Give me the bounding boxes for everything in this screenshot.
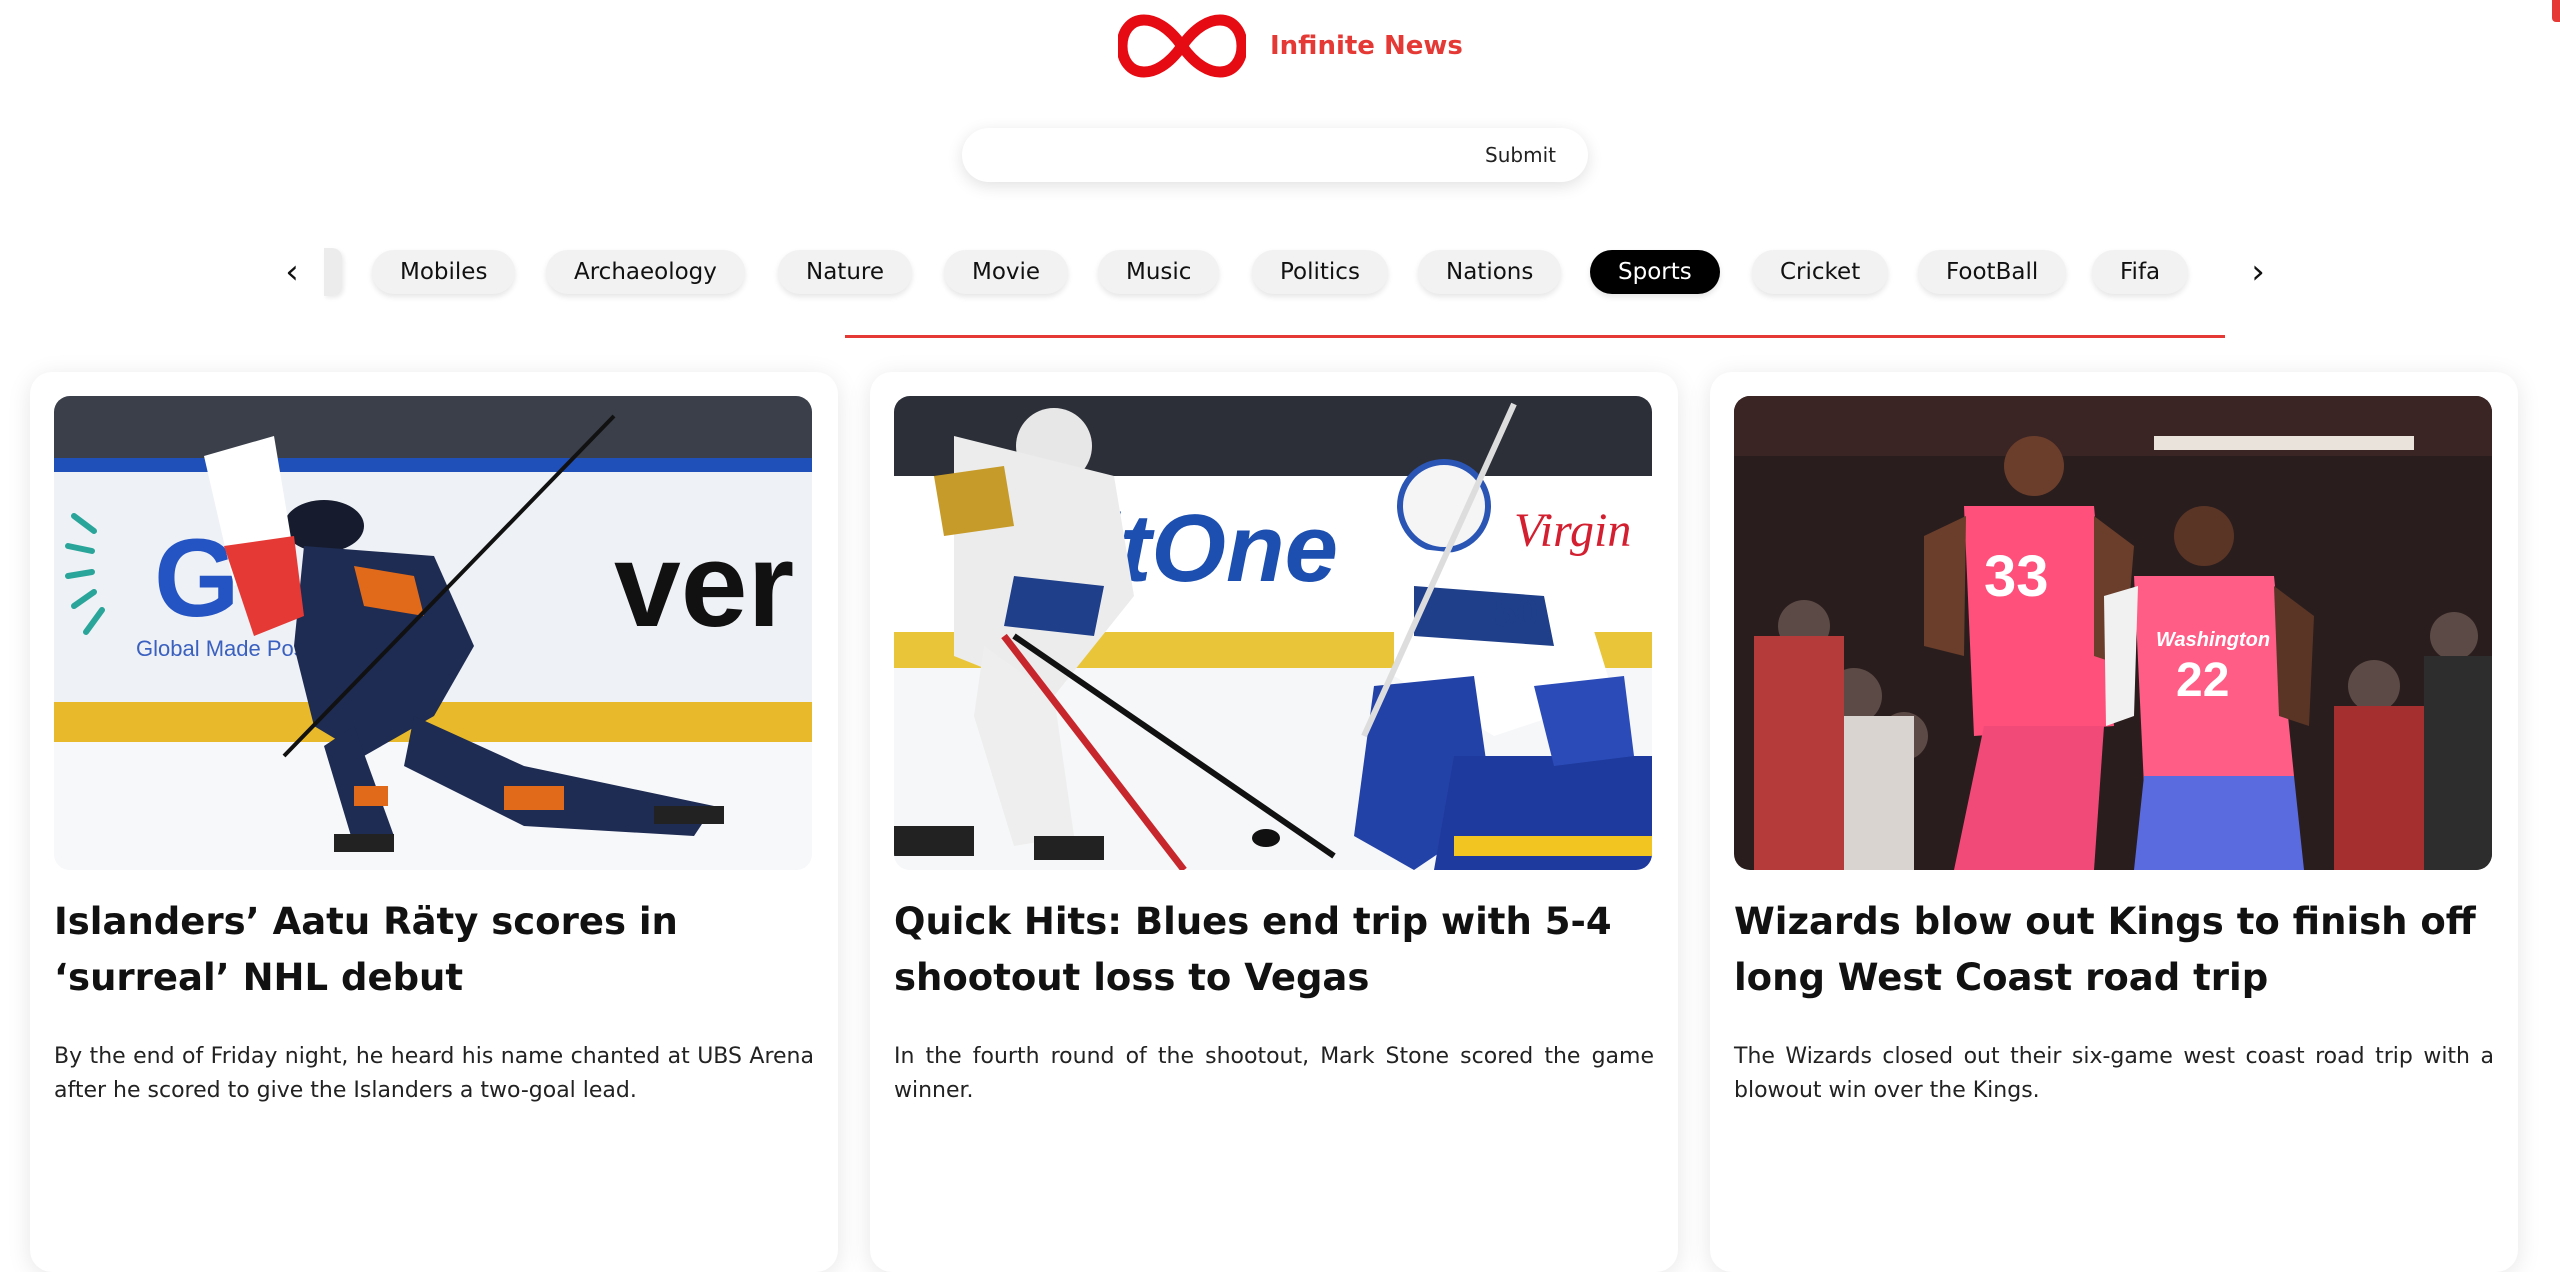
category-cricket[interactable]: Cricket <box>1752 250 1889 294</box>
category-movie[interactable]: Movie <box>944 250 1069 294</box>
search-bar: Submit <box>962 128 1588 182</box>
site-name[interactable]: Infinite News <box>1270 31 1463 61</box>
article-card[interactable]: G ver Global Made Possible Islanders’ Aa… <box>30 372 838 1272</box>
infinity-icon[interactable] <box>1118 12 1246 80</box>
search-input[interactable] <box>988 142 1480 168</box>
category-football[interactable]: FootBall <box>1918 250 2067 294</box>
category-pill-partial[interactable] <box>324 248 342 296</box>
article-image[interactable]: G ver Global Made Possible <box>54 396 812 870</box>
article-image[interactable]: ditOne Virgin 50 <box>894 396 1652 870</box>
divider <box>845 335 2225 338</box>
article-card[interactable]: ditOne Virgin 50 Quick Hits: Blues end t… <box>870 372 1678 1272</box>
submit-button[interactable]: Submit <box>1479 142 1562 168</box>
chevron-right-icon[interactable]: › <box>2238 246 2278 298</box>
article-title[interactable]: Islanders’ Aatu Räty scores in ‘surreal’… <box>54 894 814 1006</box>
category-archaeology[interactable]: Archaeology <box>546 250 745 294</box>
image-caption: Washington <box>2156 629 2270 651</box>
svg-text:ver: ver <box>614 518 794 652</box>
svg-text:33: 33 <box>1984 544 2049 609</box>
article-card[interactable]: 33 Washington 22 Wizards blow out Kings … <box>1710 372 2518 1272</box>
article-summary: By the end of Friday night, he heard his… <box>54 1044 814 1103</box>
svg-text:22: 22 <box>2176 654 2229 707</box>
category-nations[interactable]: Nations <box>1418 250 1562 294</box>
article-summary: In the fourth round of the shootout, Mar… <box>894 1044 1654 1103</box>
article-image[interactable]: 33 Washington 22 <box>1734 396 2492 870</box>
svg-text:Virgin: Virgin <box>1514 504 1631 557</box>
category-politics[interactable]: Politics <box>1252 250 1388 294</box>
article-title[interactable]: Wizards blow out Kings to finish off lon… <box>1734 894 2494 1006</box>
scrollbar-thumb[interactable] <box>2552 0 2560 22</box>
category-carousel: ‹ Mobiles Archaeology Nature Movie Music… <box>272 246 2282 302</box>
category-nature[interactable]: Nature <box>778 250 912 294</box>
article-title[interactable]: Quick Hits: Blues end trip with 5-4 shoo… <box>894 894 1654 1006</box>
svg-text:50: 50 <box>1494 591 1539 635</box>
category-sports[interactable]: Sports <box>1590 250 1720 294</box>
category-music[interactable]: Music <box>1098 250 1220 294</box>
category-mobiles[interactable]: Mobiles <box>372 250 516 294</box>
article-summary: The Wizards closed out their six-game we… <box>1734 1044 2494 1103</box>
category-fifa[interactable]: Fifa <box>2092 250 2189 294</box>
site-header: Infinite News <box>1118 12 1463 80</box>
chevron-left-icon[interactable]: ‹ <box>272 246 312 298</box>
